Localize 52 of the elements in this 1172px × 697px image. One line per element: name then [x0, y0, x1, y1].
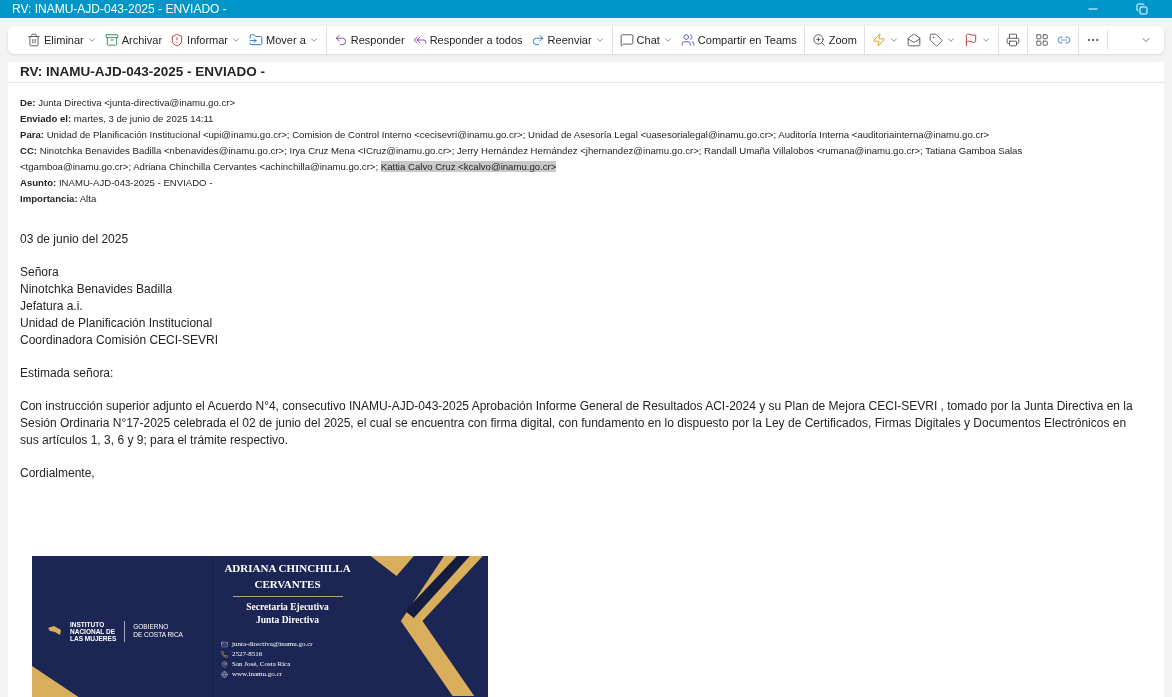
folder-icon	[249, 33, 264, 47]
address-line: Señora	[20, 264, 60, 282]
header-line: CC: Ninotchka Benavides Badilla <nbenavides@inamu.go.cr>; Irya Cruz Mena <ICruz@inamu.go.cr>; Jerry Hernández Hernández <jhernandez@inamu.go.cr>; Randall Umaña Villalobos <rumana@inamu.go.cr>; Tatiana Gamboa Salas <tgamboa@inamu.go.cr>; Adriana Chinchilla Cervantes <achinchilla@inamu.go.cr>; Kattia Calvo Cruz <kcalvo@inamu.go.cr>	[20, 144, 1024, 175]
toolbar-button[interactable]: Responder	[330, 26, 408, 54]
flag-icon	[963, 33, 978, 47]
restore-icon[interactable]	[1136, 3, 1148, 15]
header-line: De: Junta Directiva <junta-directiva@inamu.go.cr>	[20, 96, 237, 111]
archive-icon	[104, 33, 119, 47]
signature-name: ADRIANA CHINCHILLA	[224, 561, 351, 577]
chat-icon	[619, 33, 634, 47]
forward-icon	[530, 33, 545, 47]
address-line: Coordinadora Comisión CECI-SEVRI	[20, 332, 220, 350]
toolbar-button[interactable]: Compartir en Teams	[677, 26, 800, 54]
toolbar-button[interactable]: Zoom	[808, 26, 860, 54]
toolbar-button[interactable]: Archivar	[101, 26, 166, 54]
globe-icon	[221, 670, 228, 678]
toolbar-button[interactable]: Responder a todos	[409, 26, 526, 54]
reply-icon	[333, 33, 348, 47]
subject-heading: RV: INAMU-AJD-043-2025 - ENVIADO -	[20, 63, 266, 81]
header-line: Para: Unidad de Planificación Institucional <upi@inamu.go.cr>; Comision de Control Interno <cecisevri@inamu.go.cr>; Unidad de Asesoría Legal <uasesorialegal@inamu.go.cr>; Auditoría Interna <auditoriainterna@inamu.go.cr>	[20, 128, 991, 143]
grid-icon	[1034, 33, 1049, 47]
toolbar-button[interactable]: Mover a	[246, 26, 322, 54]
envelope-icon	[221, 640, 228, 648]
signature-name: CERVANTES	[254, 577, 321, 593]
zoom-icon	[811, 33, 826, 47]
pin-icon	[221, 660, 228, 668]
map-logo-icon	[48, 626, 62, 637]
header-line: Importancia: Alta	[20, 192, 98, 207]
phone-icon	[221, 650, 228, 658]
link-icon	[1056, 33, 1071, 47]
address-line: Unidad de Planificación Institucional	[20, 315, 214, 333]
letter-date: 03 de junio del 2025	[20, 231, 130, 249]
message-paragraph: Con instrucción superior adjunto el Acuerdo N°4, consecutivo INAMU-AJD-043-2025 Aprobación Informe General de Resultados ACI-2024 y su Plan de Mejora CECI-SEVRI , tomado por la Junta Directiva en la Sesión Ordinaria N°17-2025 celebrada el 02 de junio del 2025, el cual se encuentra con firma digital, con fundamento en lo dispuesto por la Ley de Certificados, Firmas Digitales y Documentos Electrónicos en sus artículos 1, 3, 6 y 9; para el trámite respectivo.	[20, 398, 1134, 450]
shield-icon	[170, 33, 185, 47]
envelope-icon	[906, 33, 921, 47]
header-line: Enviado el: martes, 3 de junio de 2025 14:11	[20, 112, 215, 127]
greeting: Estimada señora:	[20, 365, 115, 383]
header-line: Asunto: INAMU-AJD-043-2025 - ENVIADO -	[20, 176, 214, 191]
address-line: Jefatura a.i.	[20, 298, 84, 316]
signature-role: Junta Directiva	[256, 614, 319, 628]
closing: Cordialmente,	[20, 465, 96, 483]
address-line: Ninotchka Benavides Badilla	[20, 281, 174, 299]
signature-role: Secretaria Ejecutiva	[246, 601, 329, 615]
toolbar-button[interactable]: Informar	[167, 26, 245, 54]
window-title: RV: INAMU-AJD-043-2025 - ENVIADO -	[12, 1, 228, 18]
toolbar-button[interactable]: Reenviar	[527, 26, 608, 54]
toolbar-button[interactable]: Chat	[616, 26, 676, 54]
tag-icon	[928, 33, 943, 47]
toolbar-button[interactable]: Eliminar	[24, 26, 100, 54]
printer-icon	[1005, 33, 1020, 47]
trash-icon	[27, 33, 41, 47]
lightning-icon	[871, 33, 886, 47]
